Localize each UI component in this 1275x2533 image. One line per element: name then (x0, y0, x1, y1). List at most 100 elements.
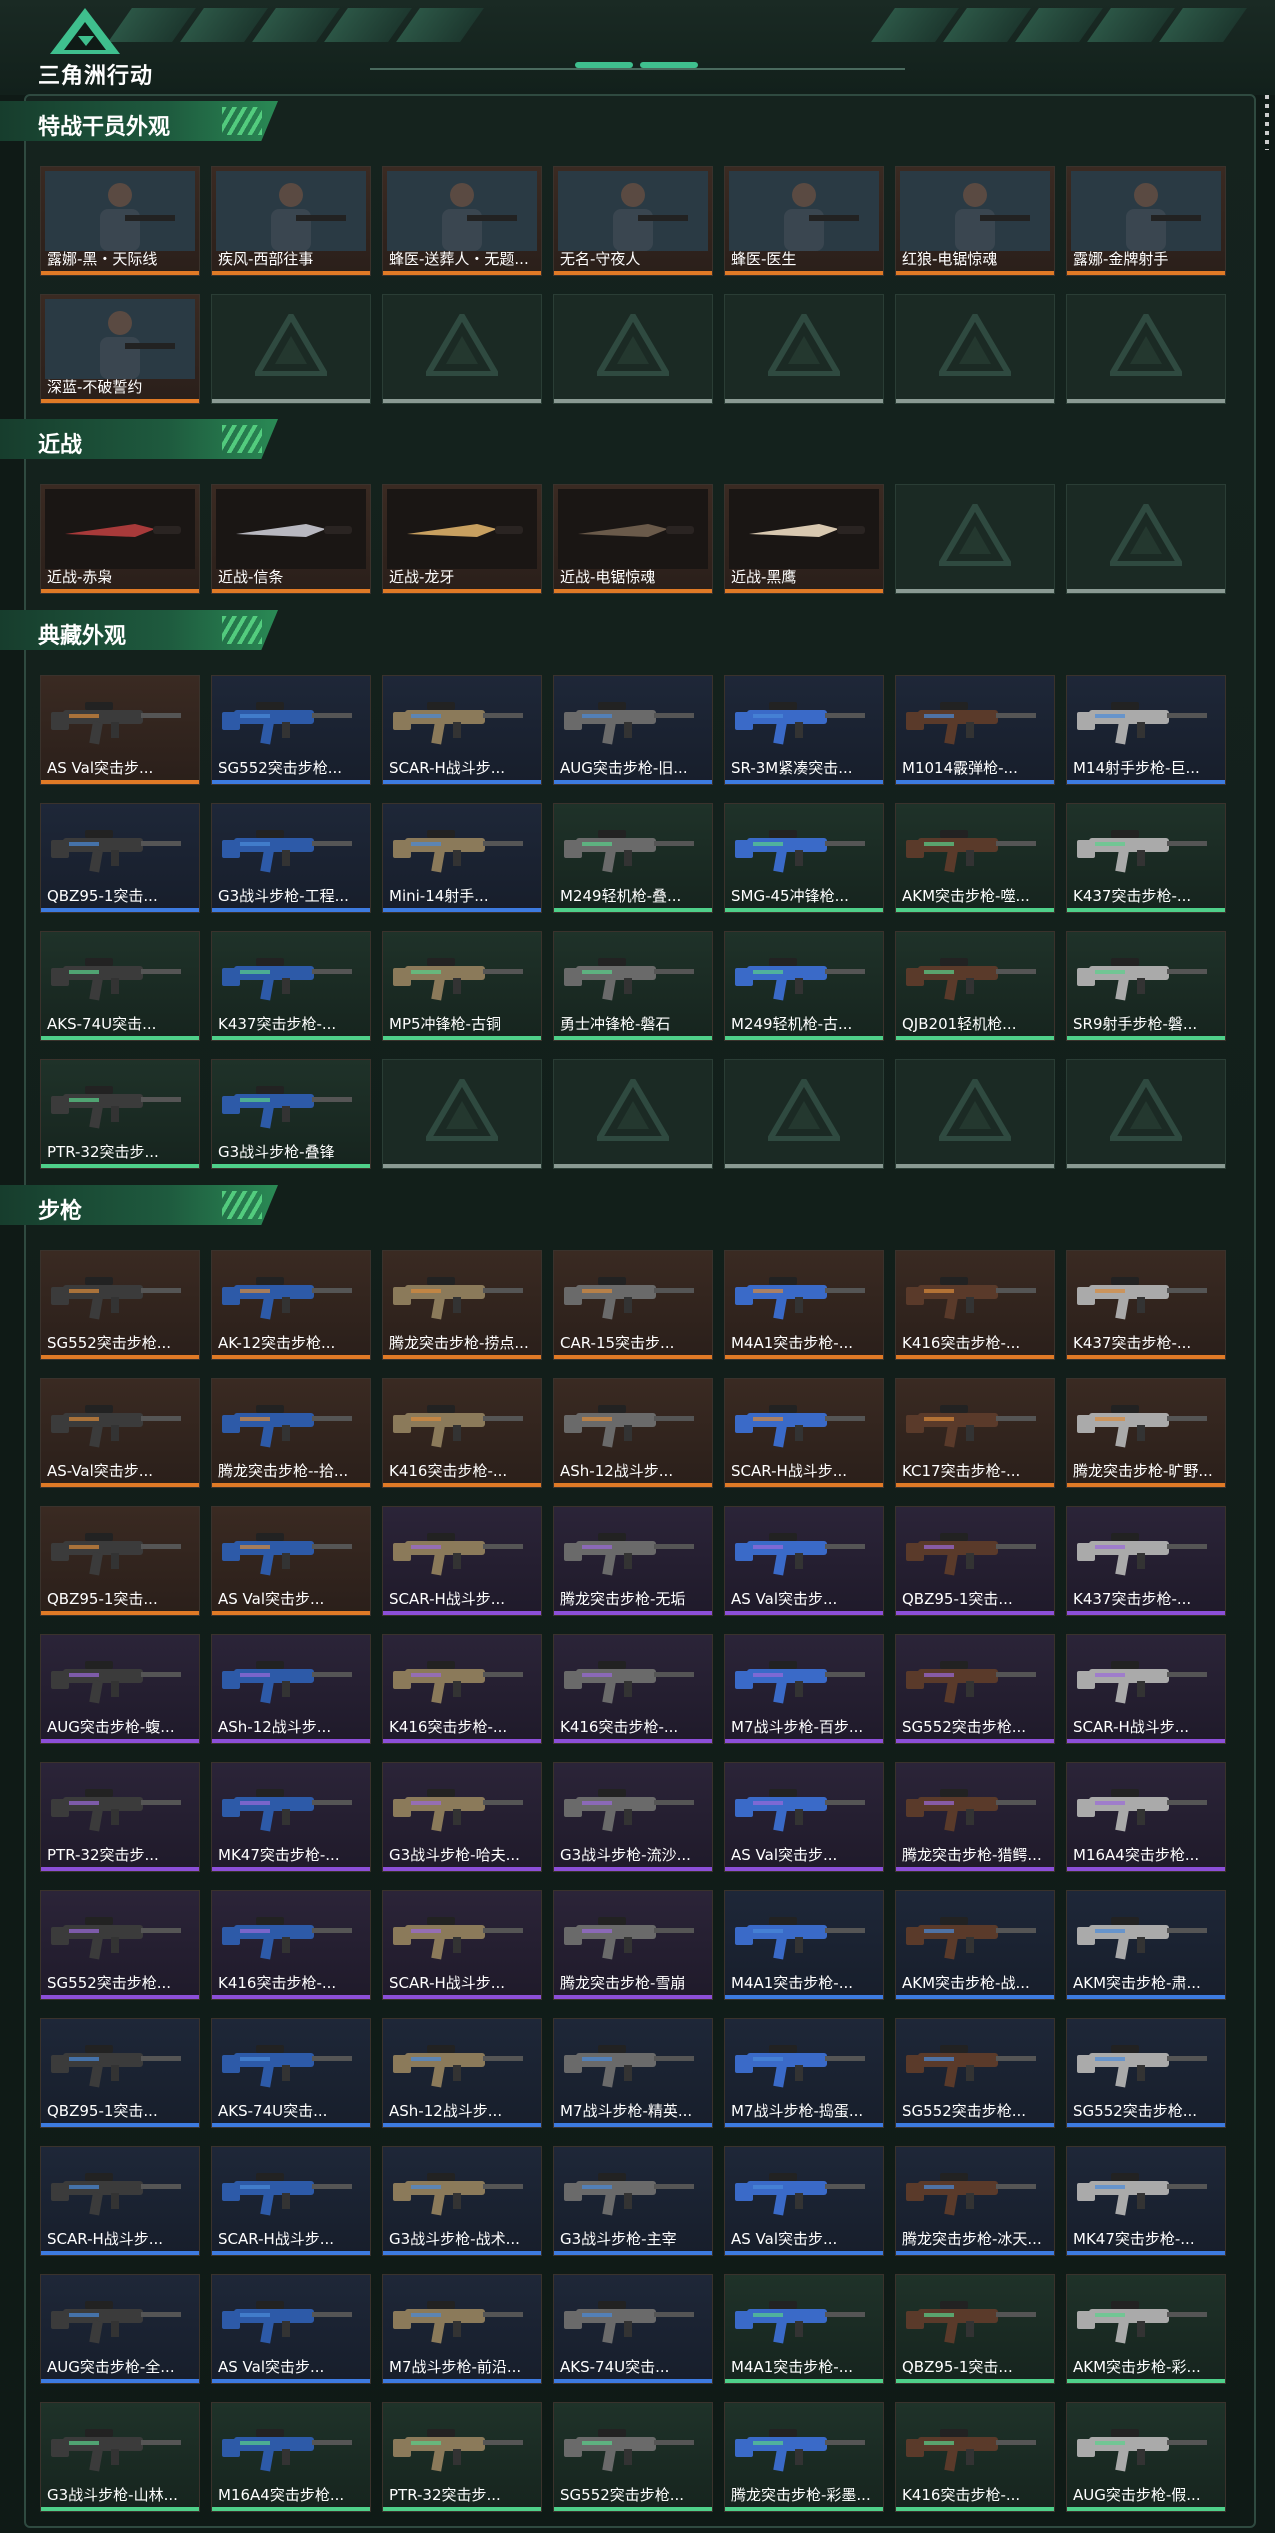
item-card[interactable]: G3战斗步枪-主宰 (553, 2146, 713, 2256)
item-card[interactable]: M249轻机枪-古... (724, 931, 884, 1041)
item-card[interactable]: SCAR-H战斗步... (211, 2146, 371, 2256)
item-card[interactable]: SMG-45冲锋枪... (724, 803, 884, 913)
item-card[interactable]: AKS-74U突击... (553, 2274, 713, 2384)
item-card[interactable]: AS-Val突击步... (40, 1378, 200, 1488)
item-card[interactable]: SG552突击步枪... (211, 675, 371, 785)
item-card[interactable]: Mini-14射手... (382, 803, 542, 913)
scrollbar[interactable] (1265, 95, 1269, 150)
item-card[interactable]: K437突击步枪-... (211, 931, 371, 1041)
item-card[interactable]: G3战斗步枪-战术... (382, 2146, 542, 2256)
item-card[interactable]: 近战-龙牙 (382, 484, 542, 594)
item-card[interactable]: 腾龙突击步枪-冰天... (895, 2146, 1055, 2256)
item-card[interactable]: SG552突击步枪... (40, 1890, 200, 2000)
item-card[interactable]: M14射手步枪-巨... (1066, 675, 1226, 785)
item-card[interactable]: AUG突击步枪-全... (40, 2274, 200, 2384)
item-card[interactable]: AS Val突击步... (724, 2146, 884, 2256)
item-card[interactable]: AUG突击步枪-旧... (553, 675, 713, 785)
item-card[interactable]: 近战-电锯惊魂 (553, 484, 713, 594)
item-card[interactable]: SG552突击步枪... (1066, 2018, 1226, 2128)
item-card[interactable]: 勇士冲锋枪-磐石 (553, 931, 713, 1041)
item-card[interactable]: 蜂医-医生 (724, 166, 884, 276)
item-card[interactable]: MK47突击步枪-... (1066, 2146, 1226, 2256)
item-card[interactable]: PTR-32突击步... (382, 2402, 542, 2512)
item-card[interactable]: AS Val突击步... (724, 1506, 884, 1616)
item-card[interactable]: QBZ95-1突击... (895, 2274, 1055, 2384)
item-card[interactable]: 近战-黑鹰 (724, 484, 884, 594)
item-card[interactable]: 腾龙突击步枪-彩墨... (724, 2402, 884, 2512)
item-card[interactable]: AKS-74U突击... (211, 2018, 371, 2128)
item-card[interactable]: M4A1突击步枪-... (724, 2274, 884, 2384)
item-card[interactable]: M7战斗步枪-精英... (553, 2018, 713, 2128)
item-card[interactable]: 疾风-西部往事 (211, 166, 371, 276)
item-card[interactable]: K437突击步枪-... (1066, 1250, 1226, 1360)
item-card[interactable]: ASh-12战斗步... (211, 1634, 371, 1744)
item-card[interactable]: AUG突击步枪-蝮... (40, 1634, 200, 1744)
item-card[interactable]: 近战-信条 (211, 484, 371, 594)
item-card[interactable]: 腾龙突击步枪-旷野... (1066, 1378, 1226, 1488)
item-card[interactable]: AS Val突击步... (40, 675, 200, 785)
item-card[interactable]: MK47突击步枪-... (211, 1762, 371, 1872)
item-card[interactable]: 腾龙突击步枪-雪崩 (553, 1890, 713, 2000)
item-card[interactable]: 深蓝-不破誓约 (40, 294, 200, 404)
item-card[interactable]: KC17突击步枪-... (895, 1378, 1055, 1488)
item-card[interactable]: G3战斗步枪-山林... (40, 2402, 200, 2512)
item-card[interactable]: 露娜-黑・天际线 (40, 166, 200, 276)
item-card[interactable]: 蜂医-送葬人・无题... (382, 166, 542, 276)
item-card[interactable]: K416突击步枪-... (382, 1634, 542, 1744)
item-card[interactable]: SCAR-H战斗步... (40, 2146, 200, 2256)
item-card[interactable]: SG552突击步枪... (553, 2402, 713, 2512)
item-card[interactable]: AS Val突击步... (211, 2274, 371, 2384)
item-card[interactable]: M7战斗步枪-百步... (724, 1634, 884, 1744)
item-card[interactable]: M7战斗步枪-捣蛋... (724, 2018, 884, 2128)
item-card[interactable]: 腾龙突击步枪-猎鳄... (895, 1762, 1055, 1872)
item-card[interactable]: AKS-74U突击... (40, 931, 200, 1041)
item-card[interactable]: AUG突击步枪-假... (1066, 2402, 1226, 2512)
item-card[interactable]: G3战斗步枪-流沙... (553, 1762, 713, 1872)
item-card[interactable]: M1014霰弹枪-... (895, 675, 1055, 785)
item-card[interactable]: QBZ95-1突击... (40, 1506, 200, 1616)
item-card[interactable]: K416突击步枪-... (895, 1250, 1055, 1360)
item-card[interactable]: AKM突击步枪-肃... (1066, 1890, 1226, 2000)
item-card[interactable]: SR-3M紧凑突击... (724, 675, 884, 785)
item-card[interactable]: G3战斗步枪-哈夫... (382, 1762, 542, 1872)
item-card[interactable]: PTR-32突击步... (40, 1762, 200, 1872)
item-card[interactable]: M4A1突击步枪-... (724, 1890, 884, 2000)
item-card[interactable]: SCAR-H战斗步... (382, 675, 542, 785)
item-card[interactable]: 腾龙突击步枪-无垢 (553, 1506, 713, 1616)
item-card[interactable]: ASh-12战斗步... (382, 2018, 542, 2128)
item-card[interactable]: G3战斗步枪-工程... (211, 803, 371, 913)
item-card[interactable]: QBZ95-1突击... (40, 803, 200, 913)
item-card[interactable]: 近战-赤枭 (40, 484, 200, 594)
item-card[interactable]: SG552突击步枪... (895, 2018, 1055, 2128)
item-card[interactable]: SCAR-H战斗步... (1066, 1634, 1226, 1744)
item-card[interactable]: G3战斗步枪-叠锋 (211, 1059, 371, 1169)
item-card[interactable]: M7战斗步枪-前沿... (382, 2274, 542, 2384)
item-card[interactable]: 腾龙突击步枪--拾... (211, 1378, 371, 1488)
item-card[interactable]: PTR-32突击步... (40, 1059, 200, 1169)
item-card[interactable]: QBZ95-1突击... (40, 2018, 200, 2128)
item-card[interactable]: K416突击步枪-... (553, 1634, 713, 1744)
item-card[interactable]: 无名-守夜人 (553, 166, 713, 276)
item-card[interactable]: AK-12突击步枪... (211, 1250, 371, 1360)
item-card[interactable]: K416突击步枪-... (211, 1890, 371, 2000)
item-card[interactable]: 红狼-电锯惊魂 (895, 166, 1055, 276)
item-card[interactable]: M4A1突击步枪-... (724, 1250, 884, 1360)
item-card[interactable]: QBZ95-1突击... (895, 1506, 1055, 1616)
item-card[interactable]: SCAR-H战斗步... (382, 1506, 542, 1616)
item-card[interactable]: 腾龙突击步枪-捞点... (382, 1250, 542, 1360)
item-card[interactable]: K416突击步枪-... (382, 1378, 542, 1488)
item-card[interactable]: SG552突击步枪... (895, 1634, 1055, 1744)
item-card[interactable]: SCAR-H战斗步... (382, 1890, 542, 2000)
item-card[interactable]: M16A4突击步枪... (1066, 1762, 1226, 1872)
item-card[interactable]: AKM突击步枪-彩... (1066, 2274, 1226, 2384)
item-card[interactable]: M249轻机枪-叠... (553, 803, 713, 913)
item-card[interactable]: SCAR-H战斗步... (724, 1378, 884, 1488)
item-card[interactable]: 露娜-金牌射手 (1066, 166, 1226, 276)
item-card[interactable]: K416突击步枪-... (895, 2402, 1055, 2512)
item-card[interactable]: AS Val突击步... (211, 1506, 371, 1616)
item-card[interactable]: QJB201轻机枪... (895, 931, 1055, 1041)
item-card[interactable]: MP5冲锋枪-古铜 (382, 931, 542, 1041)
item-card[interactable]: ASh-12战斗步... (553, 1378, 713, 1488)
item-card[interactable]: AKM突击步枪-噬... (895, 803, 1055, 913)
item-card[interactable]: CAR-15突击步... (553, 1250, 713, 1360)
